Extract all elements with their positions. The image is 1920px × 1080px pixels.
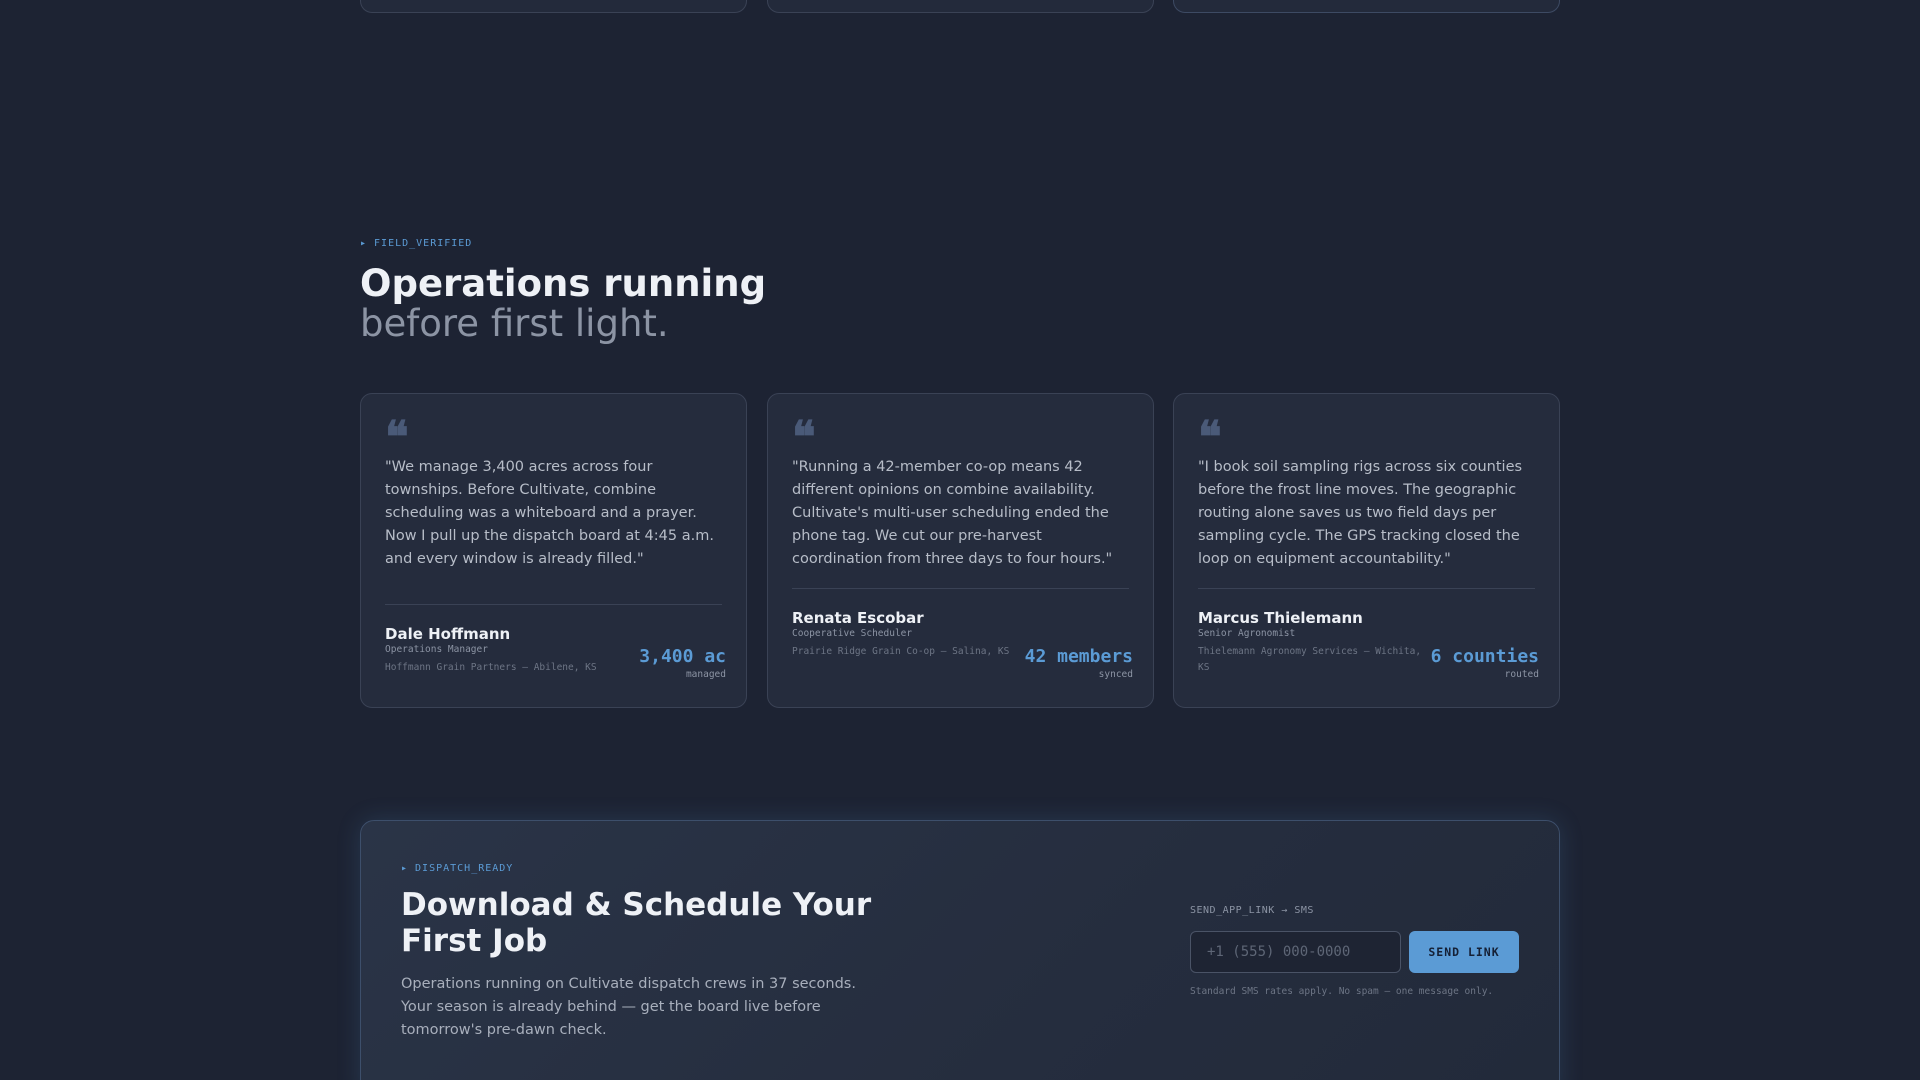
testimonial-card: ❝ "I book soil sampling rigs across six … [1173,393,1560,708]
metric-value: 6 counties [1430,646,1539,667]
person-org: Hoffmann Grain Partners — Abilene, KS [385,662,597,673]
testimonial-quote: "Running a 42-member co-op means 42 diff… [792,459,1113,567]
metric-value: 42 members [1024,646,1133,667]
metric-label: managed [685,669,726,680]
person-role: Senior Agronomist [1198,628,1296,639]
metric-label: routed [1504,669,1539,680]
testimonial-card: ❝ "We manage 3,400 acres across four tow… [360,393,747,708]
sms-note: Standard SMS rates apply. No spam — one … [1190,986,1494,997]
testimonial-quote: "I book soil sampling rigs across six co… [1198,459,1523,567]
metric-value: 3,400 ac [639,646,726,667]
person-name: Dale Hoffmann [385,625,511,643]
metric-label: synced [1098,669,1133,680]
person-name: Renata Escobar [792,609,924,627]
phone-input[interactable] [1190,931,1401,973]
cta-tag: ▸ DISPATCH_READY [401,863,514,874]
send-link-button[interactable]: SEND LINK [1409,931,1519,973]
sms-label: SEND_APP_LINK → SMS [1190,905,1314,916]
testimonial-quote: "We manage 3,400 acres across four towns… [385,459,714,567]
person-role: Cooperative Scheduler [792,628,913,639]
section-title: Operations running [360,262,767,305]
person-role: Operations Manager [385,644,488,655]
person-org: Thielemann Agronomy Services — Wichita, … [1198,646,1422,673]
previous-card [360,0,747,13]
divider [792,588,1129,589]
divider [385,604,722,605]
section-subtitle: before first light. [360,302,669,345]
section-tag: ▸ FIELD_VERIFIED [360,238,473,249]
testimonial-card: ❝ "Running a 42-member co-op means 42 di… [767,393,1154,708]
quote-icon: ❝ [385,412,409,463]
quote-icon: ❝ [1198,412,1222,463]
cta-body: Operations running on Cultivate dispatch… [401,976,856,1038]
cta-title: Download & Schedule Your First Job [401,887,872,959]
person-org: Prairie Ridge Grain Co-op — Salina, KS [792,646,1010,657]
cta-panel: ▸ DISPATCH_READY Download & Schedule You… [360,820,1560,1080]
previous-card [767,0,1154,13]
person-name: Marcus Thielemann [1198,609,1363,627]
previous-section-cards [360,0,1560,13]
divider [1198,588,1535,589]
page: ▸ FIELD_VERIFIED Operations running befo… [0,0,1920,1080]
previous-card [1173,0,1560,13]
quote-icon: ❝ [792,412,816,463]
